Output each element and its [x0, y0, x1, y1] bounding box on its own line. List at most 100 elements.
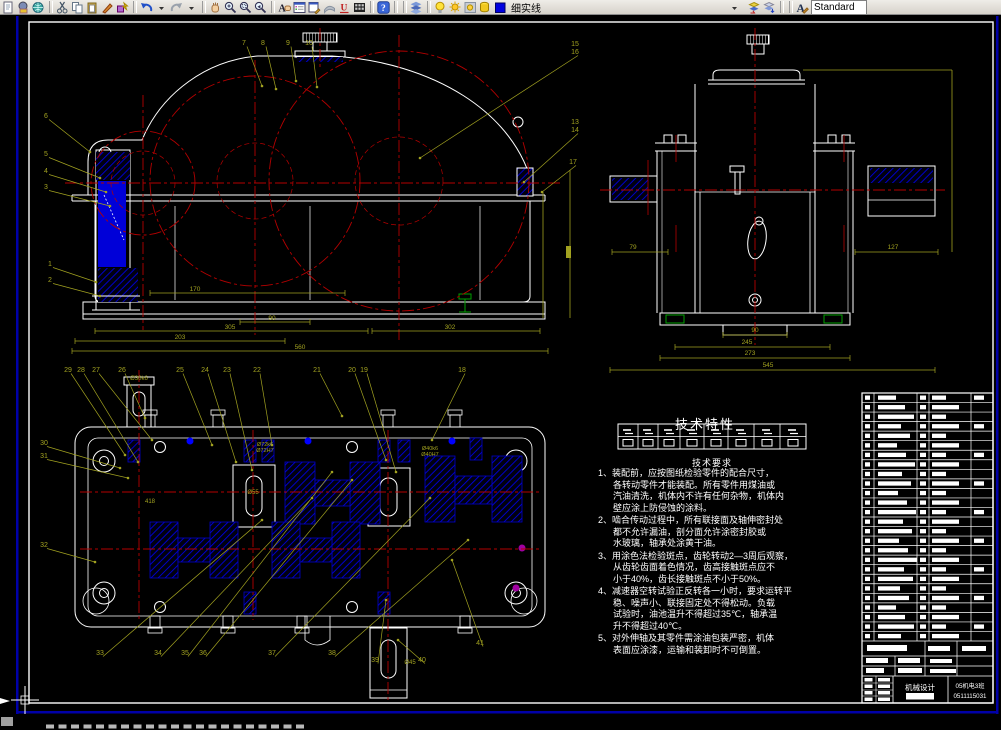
copy-icon[interactable]	[71, 1, 85, 14]
layer-dropdown-arrow[interactable]	[728, 1, 742, 14]
part-label: 35	[181, 650, 189, 657]
parts-list-cell-text	[878, 433, 910, 438]
part-label: 13	[571, 119, 579, 126]
cad-application-window: A U? 细实线 A Standard 7 8 9 10 6 5 4 3 1 2…	[0, 0, 1001, 730]
stamp-icon[interactable]	[17, 1, 31, 14]
part-label: 28	[77, 367, 85, 374]
parts-list-cell-text	[865, 624, 870, 629]
render-icon[interactable]	[323, 1, 337, 14]
brush-icon[interactable]	[101, 1, 115, 14]
leader-line	[48, 119, 91, 153]
dimension-text: 170	[190, 286, 201, 293]
chev-icon[interactable]	[185, 1, 199, 14]
toolbar-separator	[780, 1, 784, 13]
current-layer-name[interactable]: 细实线	[511, 0, 541, 15]
parts-list-cell-text	[878, 614, 905, 620]
leader-line	[229, 373, 253, 471]
zoomrt-icon[interactable]	[224, 1, 238, 14]
side-centerlines	[600, 28, 945, 345]
parts-list-cell-text	[865, 414, 870, 419]
statusbar-tick	[171, 724, 179, 729]
parts-list-cell-text	[865, 586, 870, 591]
parts-list-cell-text	[878, 567, 904, 572]
parts-list-cell-text	[932, 519, 959, 524]
sq-icon[interactable]	[494, 1, 508, 14]
part-label: 18	[458, 367, 466, 374]
text-style-dropdown[interactable]: Standard	[811, 0, 867, 14]
parts-list-cell-text	[878, 605, 896, 610]
parts-list-cell-text	[865, 529, 870, 534]
parts-list-cell-text	[865, 481, 870, 486]
redo-icon[interactable]	[170, 1, 184, 14]
part-label: 14	[571, 127, 579, 134]
redu-icon[interactable]: U	[338, 1, 352, 14]
props-icon[interactable]	[308, 1, 322, 14]
part-label: 19	[360, 367, 368, 374]
atext-icon[interactable]: A	[796, 1, 810, 14]
palette-icon[interactable]	[353, 1, 367, 14]
leader-line	[319, 373, 343, 417]
globe-icon[interactable]	[32, 1, 46, 14]
undo-icon[interactable]	[140, 1, 154, 14]
parts-list-cell-text	[865, 433, 870, 438]
dimension-text: Ø55	[247, 490, 259, 496]
layerdlg-icon[interactable]	[293, 1, 307, 14]
cyl-icon[interactable]	[479, 1, 493, 14]
locksun-icon[interactable]	[464, 1, 478, 14]
layprev-icon[interactable]	[748, 1, 762, 14]
parts-list-cell-text	[932, 614, 959, 620]
statusbar-tick	[296, 724, 304, 729]
statusbar-tick	[58, 724, 67, 729]
drawing-canvas[interactable]: 7 8 9 10 6 5 4 3 1 2 15 16 13 14 17 170 90 305 302 203 560 79…	[0, 16, 1001, 730]
parts-list-cell-text	[878, 548, 908, 553]
pan-icon[interactable]	[209, 1, 223, 14]
student-number: 0511115031	[953, 693, 987, 700]
parts-list-cell-text	[865, 490, 870, 496]
part-label: 2	[48, 277, 52, 284]
chev-icon[interactable]	[155, 1, 169, 14]
parts-list-cell-text	[865, 443, 870, 448]
parts-list-cell-text	[865, 557, 870, 562]
zoomwin-icon[interactable]	[239, 1, 253, 14]
laystate-icon[interactable]	[763, 1, 777, 14]
paste-icon[interactable]	[86, 1, 100, 14]
part-label: 40	[418, 657, 426, 664]
toolbar-separator	[403, 1, 407, 13]
cursor-and-statusbar	[0, 686, 304, 729]
parts-list-cell-text	[878, 405, 905, 410]
doc-icon[interactable]	[2, 1, 16, 14]
class-name: 05机电3班	[956, 682, 985, 690]
statusbar-tick	[158, 724, 167, 729]
part-label: 41	[476, 640, 484, 647]
statusbar-tick	[146, 724, 154, 729]
statusbar-tick	[83, 724, 92, 729]
toolbar-separator	[202, 1, 206, 13]
parts-list-cell-text	[878, 452, 906, 458]
zoomprev-icon[interactable]	[254, 1, 268, 14]
dimension-text: 305	[225, 324, 236, 331]
layers-icon[interactable]	[410, 1, 424, 14]
sun-icon[interactable]	[449, 1, 463, 14]
find-icon[interactable]: A	[278, 1, 292, 14]
bulb-icon[interactable]	[434, 1, 448, 14]
statusbar-tick	[121, 724, 129, 729]
leader-line	[46, 446, 121, 469]
parts-list-cell-text	[878, 471, 902, 477]
parts-list-cell-text	[932, 548, 946, 553]
parts-list-cell-text	[865, 605, 870, 610]
fmt-icon[interactable]	[116, 0, 130, 14]
parts-list-cell-text	[878, 443, 897, 448]
cut-icon[interactable]	[56, 1, 70, 14]
technical-note: 5、对外伸轴及其零件需涂油包装严密，机体 表面应涂漆，运输和装卸时不可倒置。	[598, 633, 775, 655]
side-view	[609, 34, 953, 336]
statusbar-tick	[208, 724, 217, 729]
part-label: 3	[44, 184, 48, 191]
leader-line	[259, 373, 273, 446]
dimension-text: 245	[742, 339, 753, 346]
part-label: 30	[40, 440, 48, 447]
dimension-text: 203	[175, 334, 186, 341]
parts-list-cell-text	[932, 471, 946, 477]
help-icon[interactable]: ?	[377, 0, 391, 14]
part-label: 17	[569, 159, 577, 166]
statusbar-corner	[1, 717, 13, 726]
